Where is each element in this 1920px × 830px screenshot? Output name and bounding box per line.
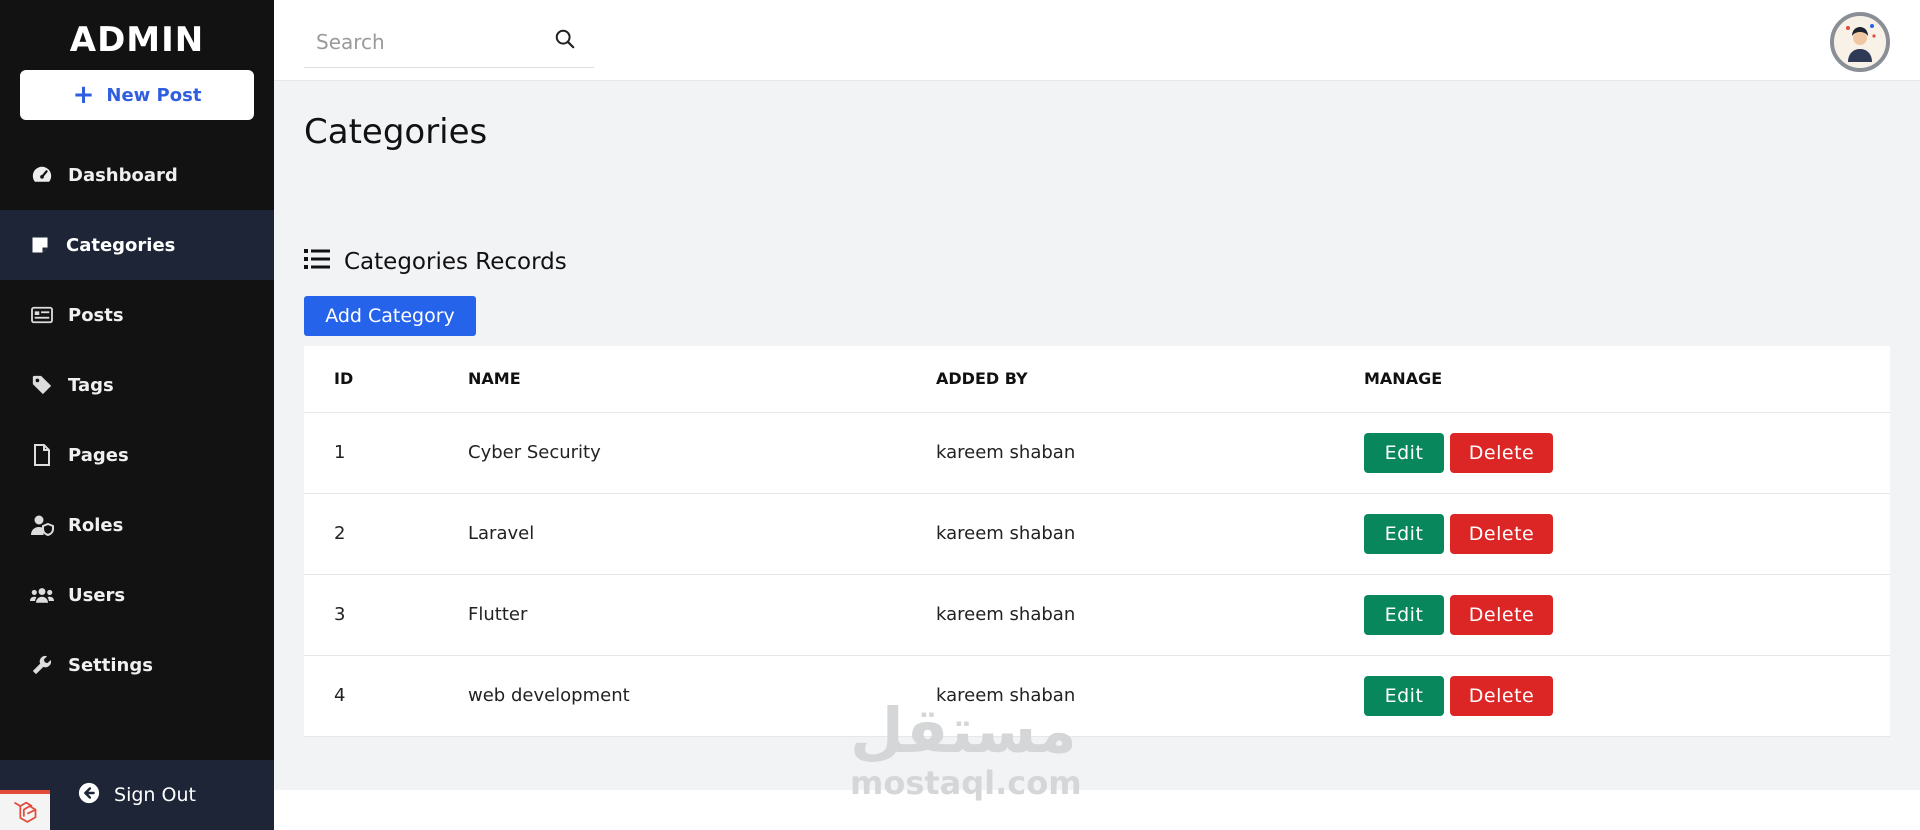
page-title: Categories [304, 112, 488, 152]
newspaper-icon [30, 303, 54, 327]
tag-icon [30, 373, 54, 397]
arrow-left-circle-icon [78, 782, 100, 809]
plus-icon: + [72, 80, 95, 110]
edit-button[interactable]: Edit [1364, 513, 1444, 554]
add-category-button[interactable]: Add Category [304, 296, 476, 336]
gauge-icon [30, 163, 54, 187]
sidebar-item-label: Dashboard [68, 164, 178, 186]
cell-manage: Edit Delete [1364, 574, 1890, 656]
sidebar-item-label: Roles [68, 514, 124, 536]
cell-added-by: kareem shaban [936, 655, 1364, 737]
cell-name: Laravel [468, 493, 936, 575]
cell-manage: Edit Delete [1364, 493, 1890, 575]
file-icon [30, 443, 54, 467]
sidebar-item-label: Posts [68, 304, 124, 326]
list-icon [304, 248, 330, 276]
sidebar-item-label: Categories [66, 234, 176, 256]
laravel-logo-icon [0, 790, 50, 830]
topbar [274, 0, 1920, 81]
sidebar-item-label: Pages [68, 444, 129, 466]
delete-button[interactable]: Delete [1450, 513, 1553, 554]
records-title: Categories Records [344, 249, 567, 275]
sidebar-item-label: Tags [68, 374, 114, 396]
cell-manage: Edit Delete [1364, 655, 1890, 737]
edit-button[interactable]: Edit [1364, 432, 1444, 473]
edit-button[interactable]: Edit [1364, 675, 1444, 716]
column-header-name: NAME [468, 346, 936, 413]
cell-name: Cyber Security [468, 412, 936, 494]
sidebar-nav: Dashboard Categories Posts Tags Pages Ro… [0, 140, 274, 700]
sidebar: ADMIN + New Post Dashboard Categories Po… [0, 0, 274, 830]
wrench-icon [30, 653, 54, 677]
new-post-label: New Post [106, 84, 202, 106]
cell-id: 1 [304, 412, 468, 494]
delete-button[interactable]: Delete [1450, 675, 1553, 716]
sidebar-item-tags[interactable]: Tags [0, 350, 274, 420]
cell-added-by: kareem shaban [936, 412, 1364, 494]
sidebar-item-settings[interactable]: Settings [0, 630, 274, 700]
sidebar-item-categories[interactable]: Categories [0, 210, 274, 280]
sidebar-item-users[interactable]: Users [0, 560, 274, 630]
cell-name: web development [468, 655, 936, 737]
sidebar-item-posts[interactable]: Posts [0, 280, 274, 350]
cell-name: Flutter [468, 574, 936, 656]
delete-button[interactable]: Delete [1450, 432, 1553, 473]
sticky-note-icon [28, 233, 52, 257]
records-heading: Categories Records [304, 248, 567, 276]
cell-id: 2 [304, 493, 468, 575]
sidebar-item-dashboard[interactable]: Dashboard [0, 140, 274, 210]
column-header-added-by: ADDED BY [936, 346, 1364, 413]
delete-button[interactable]: Delete [1450, 594, 1553, 635]
search-box [304, 16, 594, 68]
column-header-id: ID [304, 346, 468, 413]
user-shield-icon [30, 513, 54, 537]
cell-added-by: kareem shaban [936, 574, 1364, 656]
categories-table: ID NAME ADDED BY MANAGE 1 Cyber Security… [304, 346, 1890, 737]
sidebar-item-label: Users [68, 584, 126, 606]
edit-button[interactable]: Edit [1364, 594, 1444, 635]
table-row: 4 web development kareem shaban Edit Dele… [304, 655, 1890, 737]
search-icon[interactable] [554, 28, 576, 54]
sidebar-item-roles[interactable]: Roles [0, 490, 274, 560]
sign-out-label: Sign Out [114, 784, 196, 806]
table-row: 2 Laravel kareem shaban Edit Delete [304, 493, 1890, 575]
new-post-button[interactable]: + New Post [20, 70, 254, 120]
table-row: 1 Cyber Security kareem shaban Edit Delet… [304, 412, 1890, 494]
sidebar-item-pages[interactable]: Pages [0, 420, 274, 490]
search-input[interactable] [304, 16, 594, 67]
cell-manage: Edit Delete [1364, 412, 1890, 494]
table-header-row: ID NAME ADDED BY MANAGE [304, 346, 1890, 413]
sidebar-item-label: Settings [68, 654, 153, 676]
cell-added-by: kareem shaban [936, 493, 1364, 575]
cell-id: 3 [304, 574, 468, 656]
avatar-image [1834, 16, 1886, 68]
users-icon [30, 583, 54, 607]
cell-id: 4 [304, 655, 468, 737]
table-row: 3 Flutter kareem shaban Edit Delete [304, 574, 1890, 656]
column-header-manage: MANAGE [1364, 346, 1890, 413]
avatar[interactable] [1830, 12, 1890, 72]
footer-band [274, 790, 1920, 830]
brand-title: ADMIN [69, 20, 205, 60]
